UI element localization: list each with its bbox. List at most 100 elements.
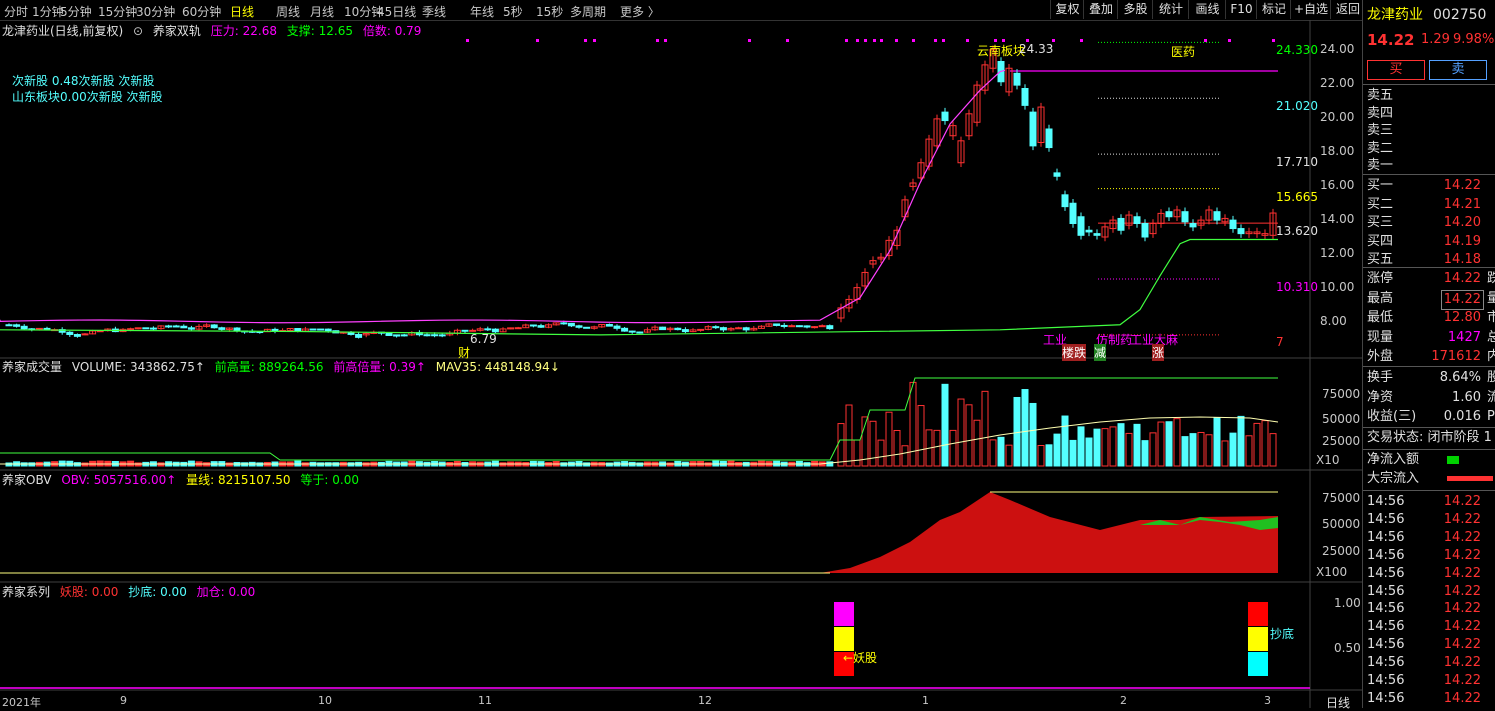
period-tab-1[interactable]: 1分钟	[32, 3, 64, 20]
volume-bar	[1262, 421, 1268, 466]
toolbar-button-7[interactable]: +自选	[1290, 0, 1331, 19]
toolbar-button-1[interactable]: 叠加	[1083, 0, 1118, 19]
toolbar-button-0[interactable]: 复权	[1050, 0, 1084, 19]
signal-dot	[584, 39, 587, 42]
volume-value: VOLUME: 343862.75↑	[72, 360, 205, 374]
period-tab-12[interactable]: 年线	[470, 3, 494, 20]
level-21020: 21.020	[1276, 99, 1318, 113]
candle-body	[150, 328, 156, 329]
signal-dot	[593, 39, 596, 42]
period-tab-4[interactable]: 30分钟	[136, 3, 175, 20]
buy-button[interactable]: 买	[1367, 60, 1425, 80]
level-7: 7	[1276, 335, 1284, 349]
stat-suffix: 市	[1487, 309, 1495, 327]
volume-bar	[1246, 436, 1252, 466]
indicator-settings-icon[interactable]: ⊙	[133, 24, 143, 38]
period-tab-15[interactable]: 多周期	[570, 3, 606, 20]
volume-panel-name[interactable]: 养家成交量	[2, 360, 62, 374]
buy-level-label: 买二	[1367, 196, 1393, 214]
toolbar-button-5[interactable]: F10	[1225, 0, 1257, 19]
toolbar-button-2[interactable]: 多股	[1117, 0, 1153, 19]
obv-value: OBV: 5057516.00↑	[61, 473, 176, 487]
stat-suffix: PE	[1487, 408, 1495, 426]
stat-label: 外盘	[1367, 348, 1393, 366]
stat-value: 8.64%	[1440, 369, 1481, 387]
tick-row: 14:5614.22	[1363, 636, 1495, 654]
stat-row: 最低12.80市	[1363, 309, 1495, 327]
stat-label: 最高	[1367, 290, 1393, 308]
candle-body	[432, 335, 438, 336]
candle-body	[1046, 129, 1052, 148]
chaodi-value: 抄底: 0.00	[128, 585, 187, 599]
volume-bar	[974, 420, 980, 466]
indicator-name[interactable]: 养家双轨	[153, 24, 201, 38]
buy-level-price: 14.20	[1444, 214, 1481, 232]
candle-body	[462, 330, 468, 331]
support-value: 支撑: 12.65	[287, 24, 353, 38]
series-panel-name[interactable]: 养家系列	[2, 585, 50, 599]
chart-area[interactable]: 龙津药业(日线,前复权) ⊙ 养家双轨 压力: 22.68 支撑: 12.65 …	[0, 20, 1362, 708]
volume-bar	[990, 440, 996, 466]
tick-time: 14:56	[1367, 511, 1404, 529]
candle-body	[530, 325, 536, 326]
yao-stack-block	[834, 627, 854, 651]
tick-row: 14:5614.22	[1363, 493, 1495, 511]
candle-body	[21, 326, 27, 328]
buy-level-row: 买二14.21	[1363, 196, 1495, 214]
sell-level-label: 卖五	[1367, 87, 1393, 105]
level-17710: 17.710	[1276, 155, 1318, 169]
volume-bar	[1118, 424, 1124, 466]
time-axis-label: 9	[120, 694, 127, 707]
candle-body	[14, 325, 20, 327]
signal-dot	[873, 39, 876, 42]
marker-chaodi: 抄底	[1270, 625, 1294, 642]
info-line-1: 次新股 0.48次新股 次新股	[12, 72, 154, 89]
period-tab-11[interactable]: 季线	[422, 3, 446, 20]
period-tab-2[interactable]: 5分钟	[60, 3, 92, 20]
candle-body	[1190, 224, 1196, 227]
volume-bar	[1254, 423, 1260, 466]
volume-bar	[918, 406, 924, 466]
volume-unit: X10	[1316, 453, 1340, 467]
volume-bar	[1078, 427, 1084, 466]
candle-body	[181, 326, 187, 328]
stat-label: 现量	[1367, 329, 1393, 347]
candle-body	[143, 328, 149, 329]
period-tab-0[interactable]: 分时	[4, 3, 28, 20]
period-tab-7[interactable]: 周线	[276, 3, 300, 20]
volume-bar	[934, 430, 940, 466]
trade-status: 交易状态: 闭市阶段 1	[1363, 429, 1495, 447]
sell-level-row: 卖四	[1363, 105, 1495, 123]
volume-bar	[1142, 441, 1148, 466]
toolbar-button-6[interactable]: 标记	[1256, 0, 1291, 19]
period-tab-13[interactable]: 5秒	[503, 3, 523, 20]
obv-panel-name[interactable]: 养家OBV	[2, 473, 52, 487]
time-axis-label: 3	[1264, 694, 1271, 707]
obv-axis-label: 75000	[1322, 491, 1360, 505]
period-tab-3[interactable]: 15分钟	[98, 3, 137, 20]
toolbar-button-8[interactable]: 返回	[1330, 0, 1365, 19]
volume-bar	[1134, 424, 1140, 466]
candle-body	[682, 330, 688, 332]
signal-dot	[845, 39, 848, 42]
period-tab-10[interactable]: 45日线	[377, 3, 416, 20]
toolbar-button-3[interactable]: 统计	[1152, 0, 1189, 19]
period-tab-6[interactable]: 日线	[230, 3, 254, 20]
signal-dot	[466, 39, 469, 42]
period-tab-16[interactable]: 更多 〉	[620, 3, 660, 20]
period-tab-8[interactable]: 月线	[310, 3, 334, 20]
sell-button[interactable]: 卖	[1429, 60, 1487, 80]
tick-price: 14.22	[1444, 618, 1481, 636]
tick-time: 14:56	[1367, 654, 1404, 672]
period-tab-14[interactable]: 15秒	[536, 3, 563, 20]
stat-row: 现量1427总	[1363, 329, 1495, 347]
candle-body	[606, 324, 612, 326]
period-tab-5[interactable]: 60分钟	[182, 3, 221, 20]
tick-price: 14.22	[1444, 654, 1481, 672]
toolbar-button-4[interactable]: 画线	[1188, 0, 1226, 19]
info-line-2: 山东板块0.00次新股 次新股	[12, 88, 163, 105]
candle-body	[736, 328, 742, 329]
signal-dot	[934, 39, 937, 42]
stat-row: 外盘171612内	[1363, 348, 1495, 366]
stock-code: 002750	[1433, 4, 1486, 26]
